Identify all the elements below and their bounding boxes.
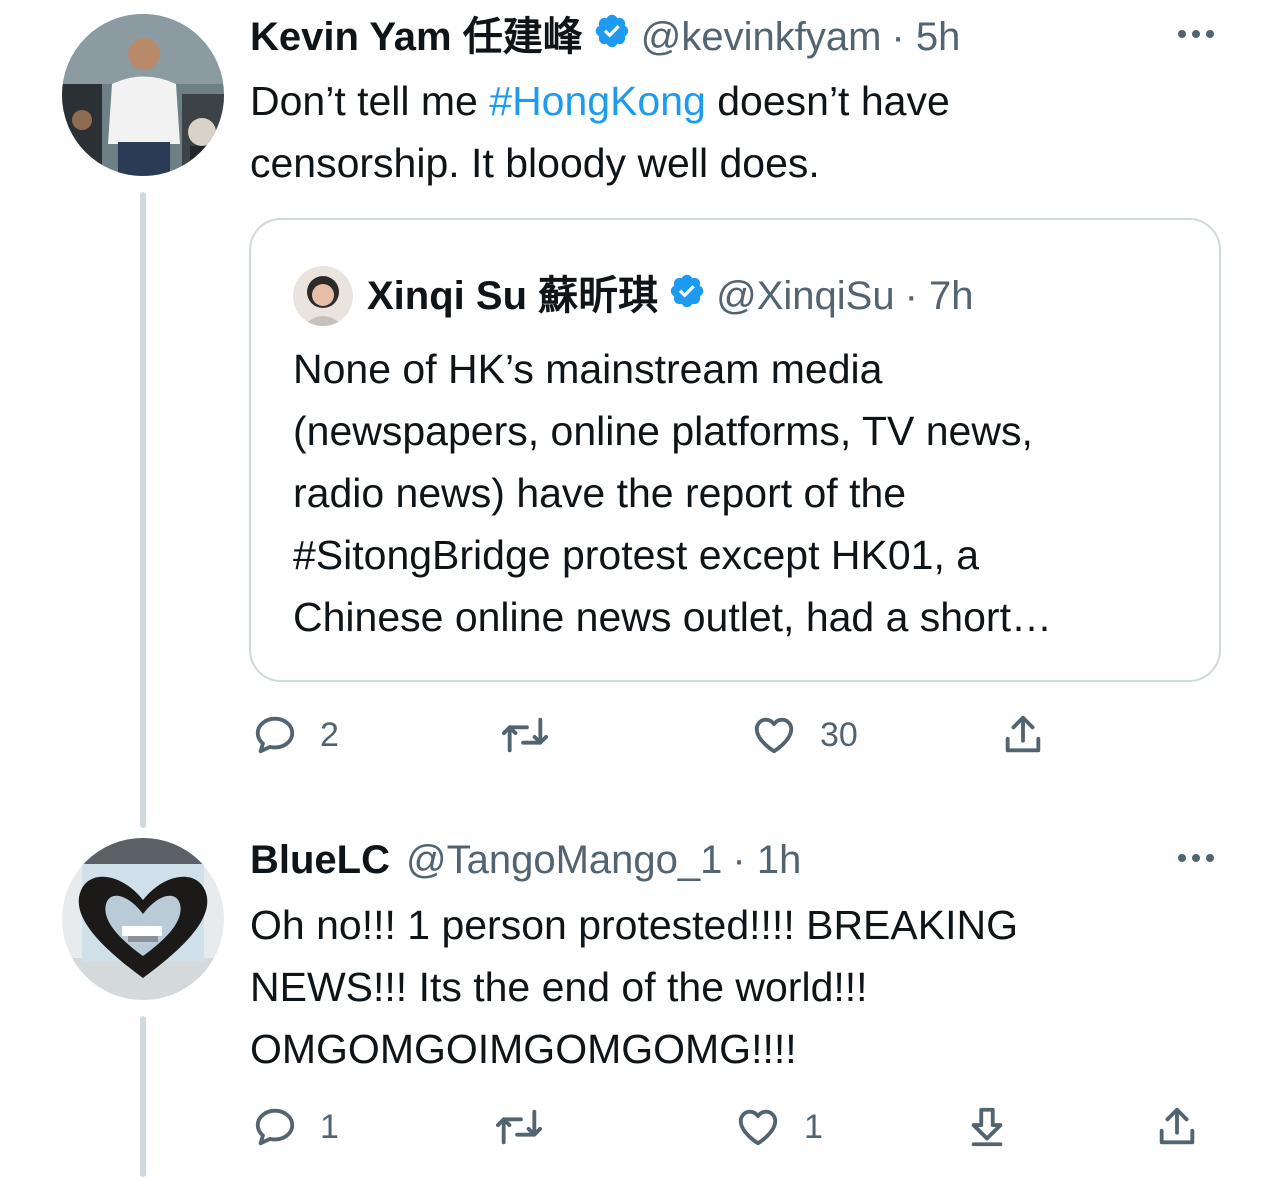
thread-line-lower xyxy=(140,1016,146,1177)
reply-count: 2 xyxy=(320,715,339,754)
avatar-bluelc[interactable] xyxy=(62,838,224,1000)
quoted-tweet-header: Xinqi Su 蘇昕琪 @XinqiSu · 7h xyxy=(293,266,974,326)
like-icon xyxy=(738,1109,778,1146)
tweet-text-part: Don’t tell me xyxy=(250,78,490,124)
tweet1-header: Kevin Yam 任建峰 @kevinkfyam · 5h xyxy=(250,12,960,61)
tweet-time[interactable]: · 5h xyxy=(891,13,960,61)
retweet-icon xyxy=(495,1109,542,1145)
verified-icon xyxy=(593,12,631,61)
tweet2-header: BlueLC @TangoMango_1 · 1h xyxy=(250,836,801,884)
share-button[interactable] xyxy=(1154,1104,1200,1150)
like-icon xyxy=(754,717,794,754)
like-count: 30 xyxy=(820,715,858,754)
avatar-xinqi-su xyxy=(293,266,353,326)
reply-count: 1 xyxy=(320,1107,339,1146)
retweet-icon xyxy=(501,717,548,753)
download-icon xyxy=(971,1107,1003,1147)
retweet-button[interactable] xyxy=(494,1104,544,1150)
share-icon xyxy=(1159,1107,1195,1145)
hashtag-link[interactable]: #HongKong xyxy=(489,78,706,124)
like-button[interactable]: 1 xyxy=(734,1104,823,1150)
quoted-tweet-time: · 7h xyxy=(904,274,974,318)
more-icon[interactable] xyxy=(1172,846,1220,875)
author-name[interactable]: Kevin Yam 任建峰 xyxy=(250,13,583,61)
quoted-tweet-text: None of HK’s mainstream media (newspaper… xyxy=(293,346,1052,640)
reply-icon xyxy=(255,1108,295,1146)
retweet-button[interactable] xyxy=(500,712,550,758)
share-button[interactable] xyxy=(1000,712,1046,758)
reply-button[interactable]: 2 xyxy=(252,712,339,758)
like-button[interactable]: 30 xyxy=(750,712,858,758)
verified-icon xyxy=(668,272,706,321)
quoted-tweet-card[interactable]: Xinqi Su 蘇昕琪 @XinqiSu · 7h None of HK’s … xyxy=(249,218,1221,682)
avatar-kevin-yam[interactable] xyxy=(62,14,224,176)
tweet2-text: Oh no!!! 1 person protested!!!! BREAKING… xyxy=(250,902,1018,1072)
quoted-author-name: Xinqi Su 蘇昕琪 xyxy=(367,274,659,318)
reply-button[interactable]: 1 xyxy=(252,1104,339,1150)
author-handle[interactable]: @TangoMango_1 xyxy=(406,836,722,884)
reply-icon xyxy=(255,716,295,754)
download-button[interactable] xyxy=(964,1104,1010,1150)
author-handle[interactable]: @kevinkfyam xyxy=(641,13,882,61)
like-count: 1 xyxy=(804,1107,823,1146)
thread-line-upper xyxy=(140,192,146,828)
share-icon xyxy=(1005,715,1041,753)
author-name[interactable]: BlueLC xyxy=(250,836,390,884)
tweet1-text: Don’t tell me #HongKong doesn’t have cen… xyxy=(250,70,1210,194)
more-icon[interactable] xyxy=(1172,22,1220,51)
tweet-time[interactable]: · 1h xyxy=(732,836,801,884)
quoted-author-handle: @XinqiSu xyxy=(716,274,895,318)
